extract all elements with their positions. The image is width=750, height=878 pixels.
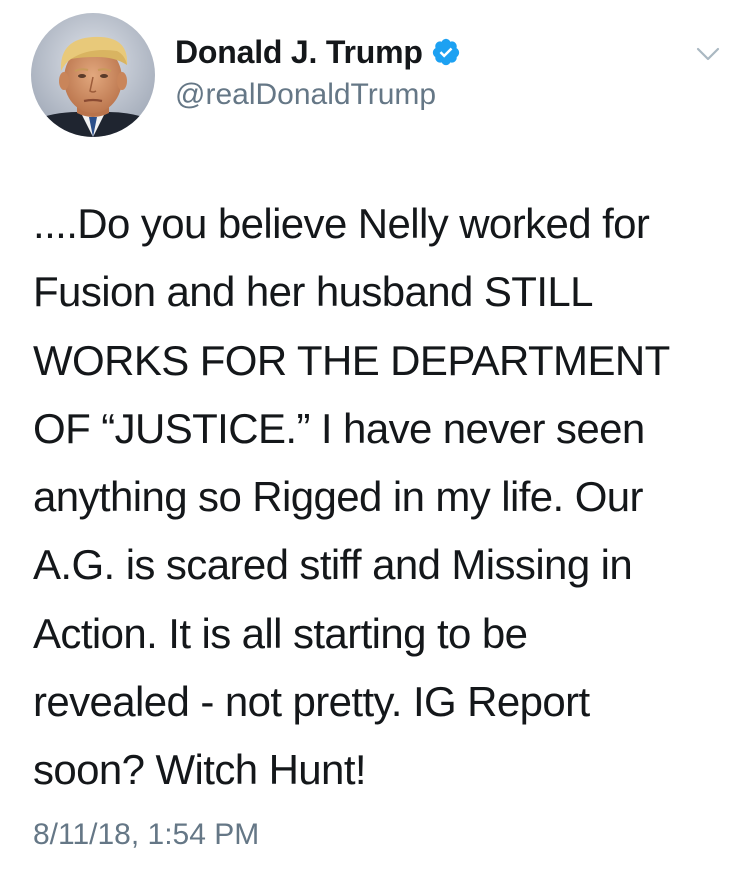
author-name-row: Donald J. Trump (175, 30, 461, 74)
profile-photo (31, 13, 155, 137)
chevron-down-icon[interactable] (694, 44, 722, 64)
verified-badge-icon (431, 37, 461, 67)
tweet-text: ....Do you believe Nelly worked for Fusi… (33, 200, 670, 794)
author-handle[interactable]: @realDonaldTrump (175, 78, 436, 112)
avatar[interactable] (31, 13, 155, 137)
tweet-card: Donald J. Trump @realDonaldTrump ....Do … (0, 0, 750, 878)
display-name[interactable]: Donald J. Trump (175, 34, 423, 71)
tweet-timestamp[interactable]: 8/11/18, 1:54 PM (33, 818, 259, 852)
